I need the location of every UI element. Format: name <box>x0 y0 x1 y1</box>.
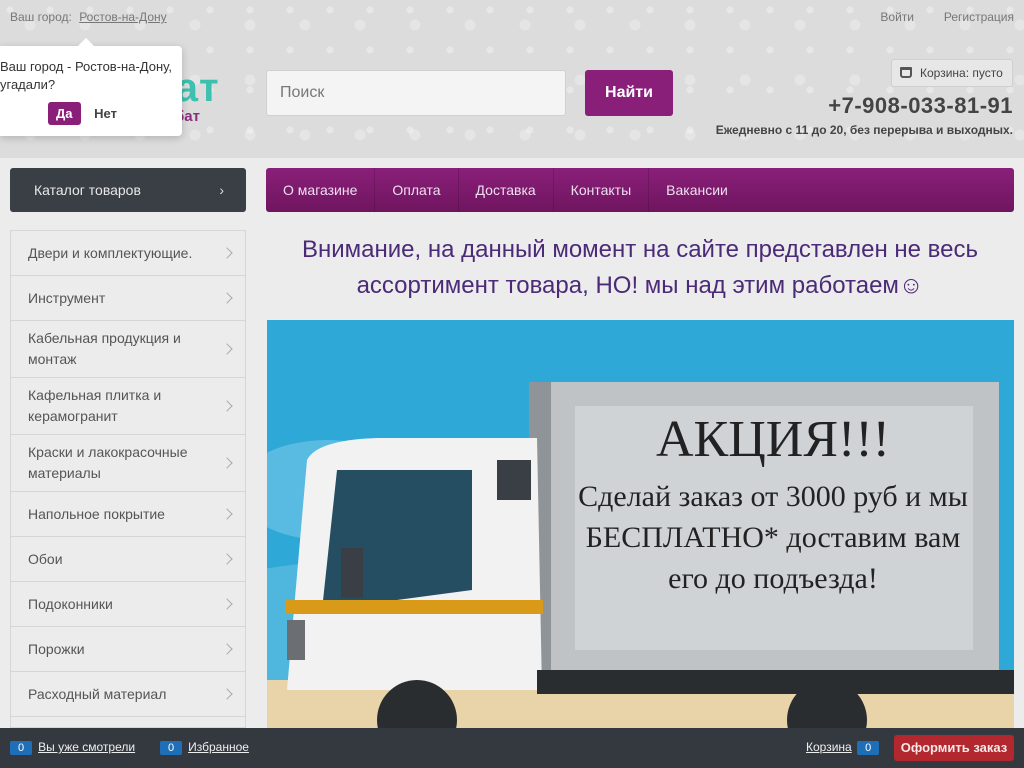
city-confirm-popup: Ваш город - Ростов-на-Дону, угадали? Да … <box>0 38 182 136</box>
sidebar-item-label: Подоконники <box>28 596 113 612</box>
sidebar-item-label: Расходный материал <box>28 686 167 702</box>
sidebar-item-label: Напольное покрытие <box>28 506 165 522</box>
chevron-right-icon <box>221 553 233 565</box>
chevron-right-icon: › <box>219 182 224 198</box>
sidebar-item-consumables[interactable]: Расходный материал <box>11 672 245 717</box>
favorites[interactable]: 0 Избранное <box>160 740 249 755</box>
city-confirm-question: Ваш город - Ростов-на-Дону, угадали? <box>0 59 172 92</box>
header-cart[interactable]: Корзина: пусто <box>891 59 1013 87</box>
basket-icon <box>900 67 912 78</box>
chevron-right-icon <box>221 292 233 304</box>
chevron-right-icon <box>221 643 233 655</box>
nav-item-about[interactable]: О магазине <box>266 168 376 212</box>
city-confirm-no-button[interactable]: Нет <box>94 106 117 121</box>
city-link[interactable]: Ростов-на-Дону <box>79 10 166 24</box>
main-nav: О магазине Оплата Доставка Контакты Вака… <box>266 168 1014 212</box>
sidebar-item-tools[interactable]: Инструмент <box>11 276 245 321</box>
nav-item-contacts[interactable]: Контакты <box>554 168 650 212</box>
chevron-right-icon <box>221 598 233 610</box>
sidebar-item-doors[interactable]: Двери и комплектующие. <box>11 231 245 276</box>
promo-body: Сделай заказ от 3000 руб и мы БЕСПЛАТНО*… <box>578 480 968 595</box>
favorites-label: Избранное <box>188 740 249 754</box>
login-link[interactable]: Войти <box>880 10 914 24</box>
nav-item-vacancies[interactable]: Вакансии <box>649 168 745 212</box>
sidebar-item-tiles[interactable]: Кафельная плитка и керамогранит <box>11 378 245 435</box>
sidebar-item-label: Двери и комплектующие. <box>28 245 193 261</box>
favorites-count-badge: 0 <box>160 741 183 755</box>
bottom-cart[interactable]: Корзина 0 <box>806 740 885 755</box>
chevron-right-icon <box>221 688 233 700</box>
catalog-button-label: Каталог товаров <box>34 182 141 198</box>
city-selector: Ваш город: Ростов-на-Дону <box>10 10 167 24</box>
chevron-right-icon <box>221 343 233 355</box>
chevron-right-icon <box>221 508 233 520</box>
chevron-right-icon <box>221 457 233 469</box>
sidebar-item-cable[interactable]: Кабельная продукция и монтаж <box>11 321 245 378</box>
bottom-cart-count-badge: 0 <box>857 741 880 755</box>
viewed-label: Вы уже смотрели <box>38 740 136 754</box>
promo-title: АКЦИЯ!!! <box>656 411 890 468</box>
search-button[interactable]: Найти <box>585 70 673 116</box>
nav-item-payment[interactable]: Оплата <box>375 168 459 212</box>
sidebar-item-label: Кафельная плитка и керамогранит <box>28 387 162 424</box>
sidebar-item-label: Порожки <box>28 641 85 657</box>
sidebar-item-label: Краски и лакокрасочные материалы <box>28 444 188 481</box>
city-confirm-yes-button[interactable]: Да <box>48 102 81 125</box>
nav-item-delivery[interactable]: Доставка <box>459 168 554 212</box>
sidebar-item-paints[interactable]: Краски и лакокрасочные материалы <box>11 435 245 492</box>
catalog-button[interactable]: Каталог товаров › <box>10 168 246 212</box>
sidebar-item-thresholds[interactable]: Порожки <box>11 627 245 672</box>
chevron-right-icon <box>221 400 233 412</box>
checkout-button[interactable]: Оформить заказ <box>894 735 1014 761</box>
sidebar-item-sills[interactable]: Подоконники <box>11 582 245 627</box>
bottom-cart-label: Корзина <box>806 740 852 754</box>
stock-notice: Внимание, на данный момент на сайте пред… <box>302 236 978 299</box>
sidebar-item-label: Кабельная продукция и монтаж <box>28 330 181 367</box>
sidebar-item-label: Обои <box>28 551 63 567</box>
promo-banner[interactable]: АКЦИЯ!!! Сделай заказ от 3000 руб и мы Б… <box>267 320 1014 728</box>
working-hours: Ежедневно с 11 до 20, без перерыва и вых… <box>715 123 1013 137</box>
phone-number[interactable]: +7-908-033-81-91 <box>828 93 1013 119</box>
promo-text: АКЦИЯ!!! Сделай заказ от 3000 руб и мы Б… <box>577 410 969 599</box>
chevron-right-icon <box>221 247 233 259</box>
register-link[interactable]: Регистрация <box>944 10 1014 24</box>
viewed-products[interactable]: 0 Вы уже смотрели <box>10 740 135 755</box>
sidebar-item-flooring[interactable]: Напольное покрытие <box>11 492 245 537</box>
bottom-bar: 0 Вы уже смотрели 0 Избранное Корзина 0 Оф… <box>0 728 1024 768</box>
viewed-count-badge: 0 <box>10 741 33 755</box>
city-prefix: Ваш город: <box>10 10 72 24</box>
header-cart-label: Корзина: пусто <box>920 66 1003 80</box>
category-sidebar: Двери и комплектующие. Инструмент Кабель… <box>10 230 246 728</box>
search-input[interactable]: Поиск <box>266 70 566 116</box>
sidebar-item-wallpaper[interactable]: Обои <box>11 537 245 582</box>
sidebar-item-label: Инструмент <box>28 290 106 306</box>
